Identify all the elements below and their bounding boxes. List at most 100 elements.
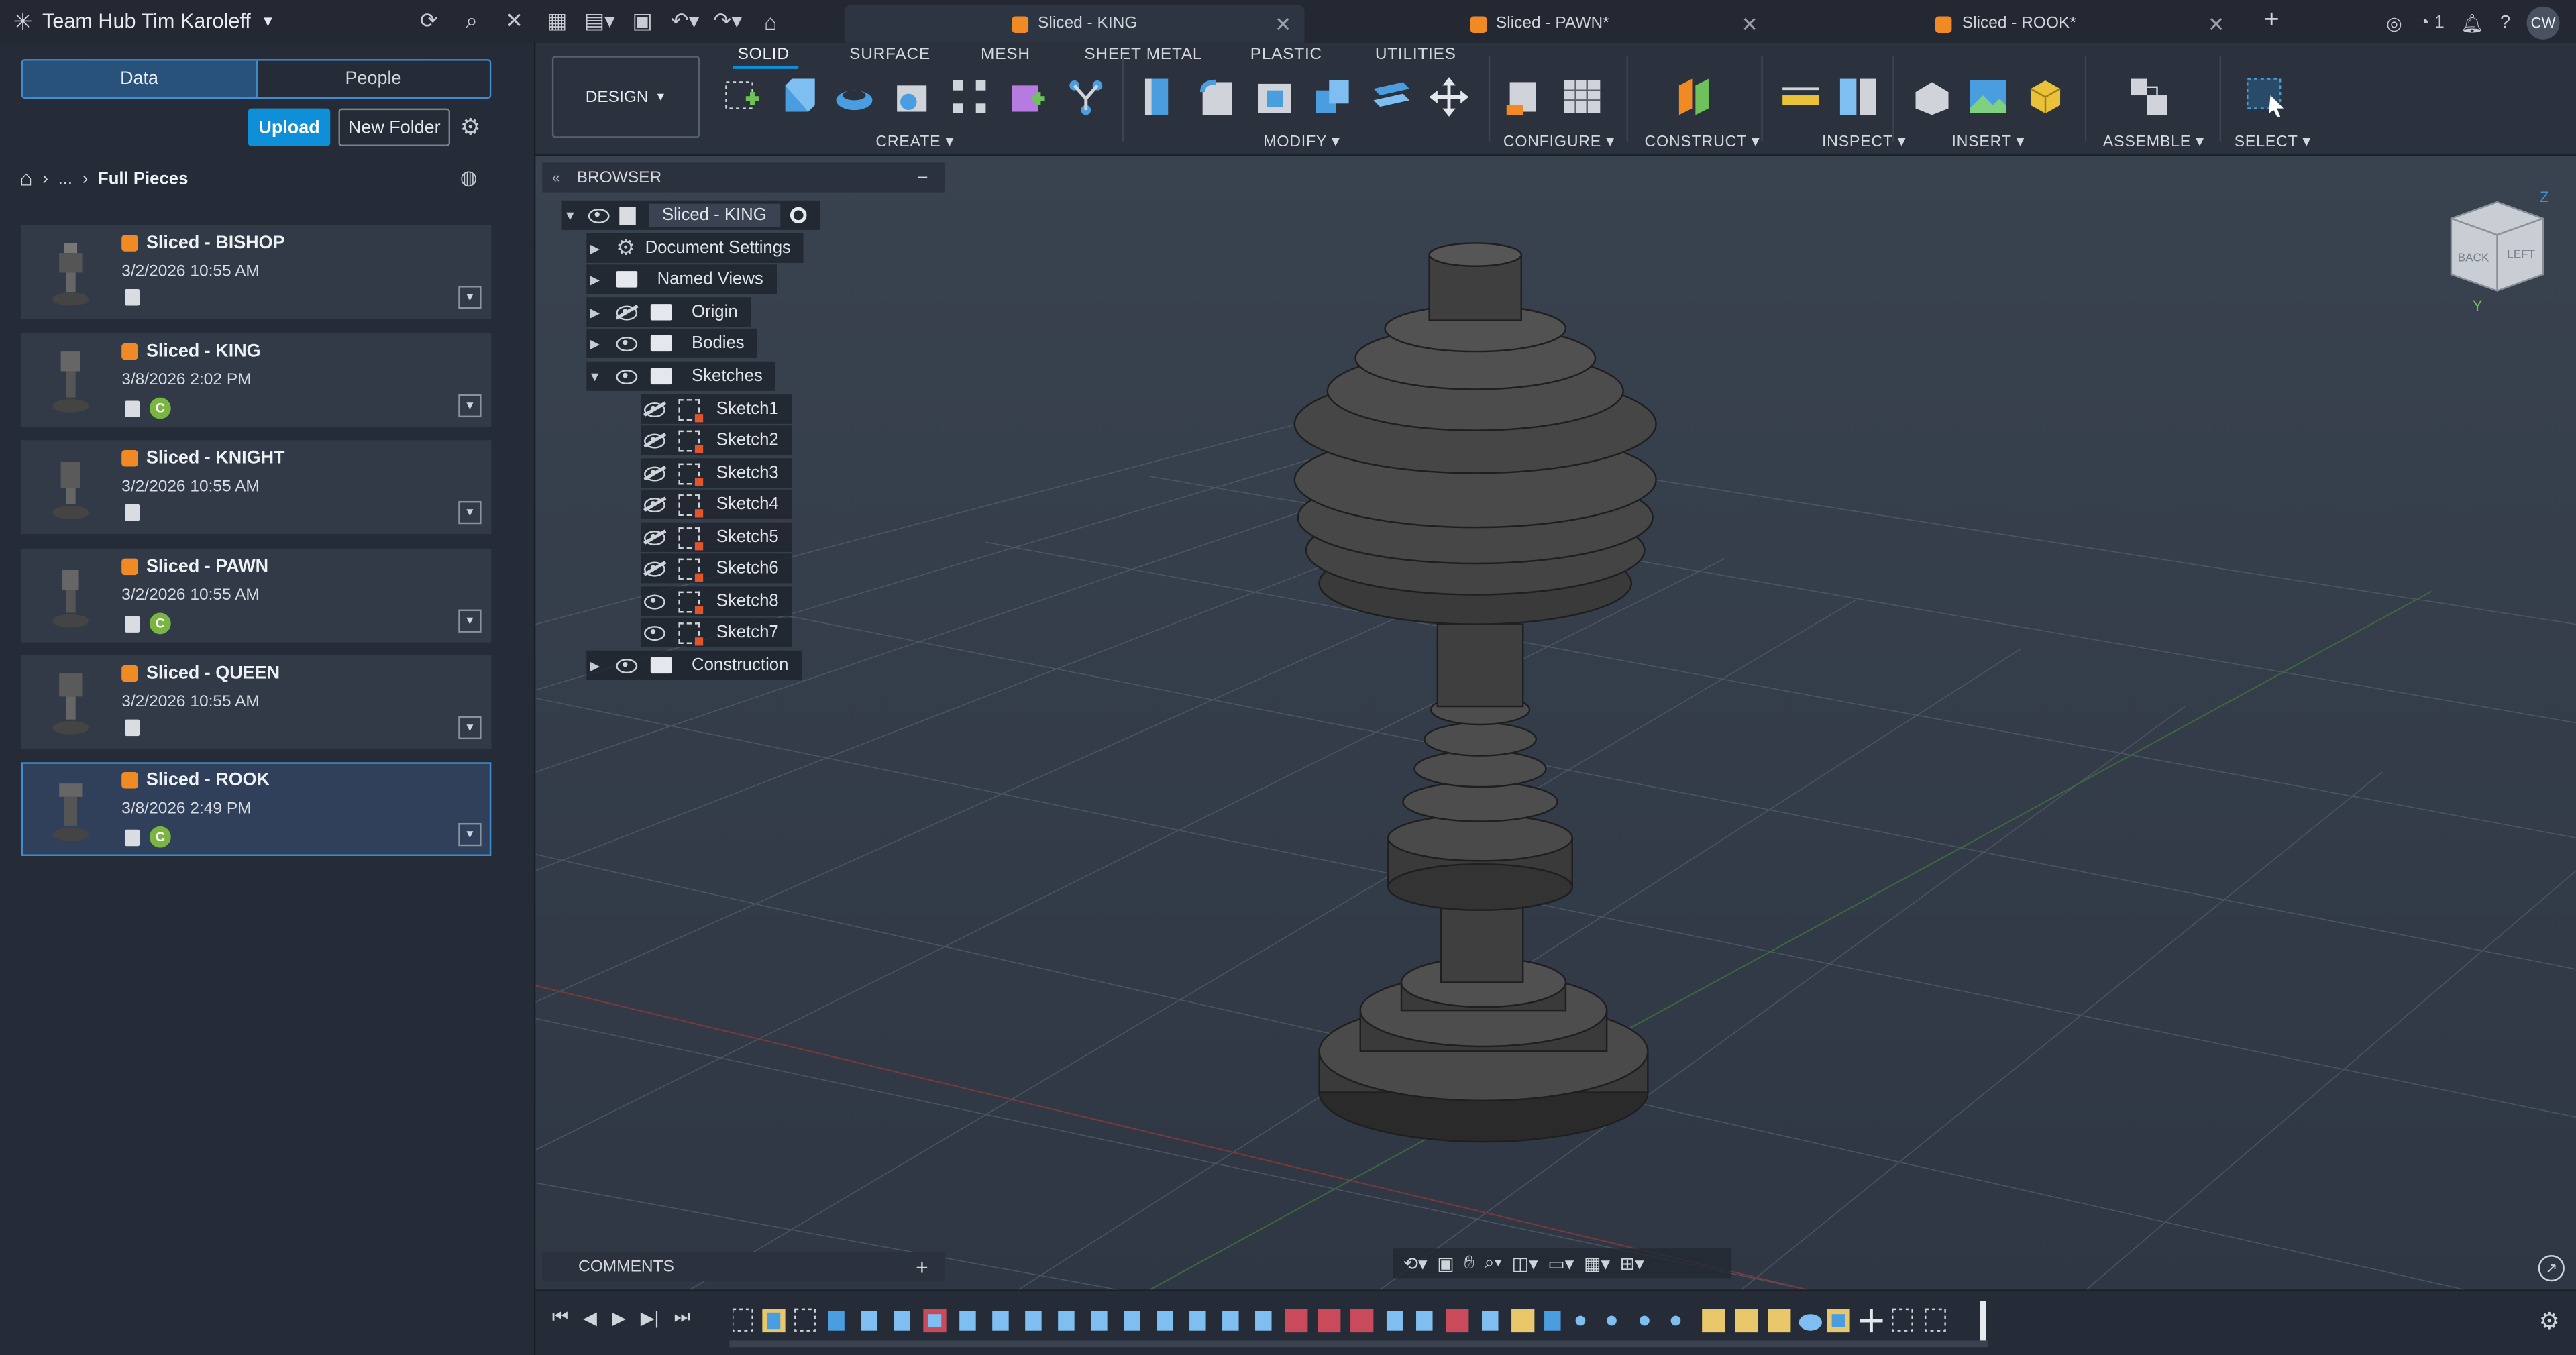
fit-icon[interactable]: ◫▾ (1512, 1252, 1538, 1274)
measure-icon[interactable] (1779, 76, 1822, 119)
orbit-icon[interactable]: ⟲▾ (1403, 1252, 1427, 1274)
grid-settings-icon[interactable]: ▦▾ (1584, 1252, 1610, 1274)
viewport-canvas[interactable]: BACK LEFT Z Y (535, 156, 2576, 1290)
tree-root[interactable]: ▼ Sliced - KING (561, 200, 820, 230)
view-cube[interactable]: BACK LEFT Z Y (2441, 188, 2556, 321)
section-analysis-icon[interactable] (1837, 76, 1880, 119)
home-icon[interactable]: ⌂ (19, 166, 32, 191)
tree-sketch5[interactable]: Sketch5 (641, 522, 792, 552)
file-card-pawn[interactable]: Sliced - PAWN 3/2/2026 10:55 AM C ▼ (21, 548, 492, 643)
app-grid-icon[interactable]: ▦ (542, 7, 572, 36)
file-card-knight[interactable]: Sliced - KNIGHT 3/2/2026 10:55 AM ▼ (21, 440, 492, 534)
group-create[interactable]: CREATE ▾ (875, 133, 954, 151)
go-to-end-icon[interactable]: ⏭ (674, 1307, 690, 1329)
file-dropdown-icon[interactable]: ▼ (458, 822, 482, 847)
group-assemble[interactable]: ASSEMBLE ▾ (2103, 133, 2204, 151)
active-component-icon[interactable] (790, 207, 806, 224)
redo-icon[interactable]: ↷▾ (713, 7, 743, 36)
tab-sheet-metal[interactable]: SHEET METAL (1084, 46, 1202, 64)
new-component-icon[interactable] (2127, 76, 2170, 119)
hole-icon[interactable] (890, 76, 933, 119)
gear-icon[interactable]: ⚙ (460, 113, 481, 142)
create-sketch-icon[interactable] (720, 76, 763, 119)
tree-sketch8[interactable]: Sketch8 (641, 586, 792, 616)
tab-solid[interactable]: SOLID (738, 46, 790, 64)
visibility-eye-icon[interactable] (616, 368, 638, 384)
step-forward-icon[interactable]: ▶| (641, 1307, 659, 1329)
tab-plastic[interactable]: PLASTIC (1250, 46, 1322, 64)
hidden-eye-icon[interactable] (644, 529, 665, 545)
close-tab-icon[interactable]: ✕ (1275, 12, 1291, 35)
chevron-right-icon[interactable]: ▶ (586, 305, 602, 319)
chevron-right-icon[interactable]: ▶ (586, 336, 602, 351)
hidden-eye-icon[interactable] (616, 305, 638, 320)
file-dropdown-icon[interactable]: ▼ (458, 716, 482, 740)
tab-data[interactable]: Data (23, 60, 256, 97)
file-dropdown-icon[interactable]: ▼ (458, 394, 482, 418)
group-construct[interactable]: CONSTRUCT ▾ (1644, 133, 1760, 151)
revolve-icon[interactable] (833, 76, 876, 119)
tree-sketch7[interactable]: Sketch7 (641, 617, 792, 647)
tree-construction[interactable]: ▶ Construction (586, 650, 802, 680)
notifications-icon[interactable]: 🔔︎ (2461, 12, 2483, 34)
tree-sketch4[interactable]: Sketch4 (641, 489, 792, 519)
add-comment-button[interactable]: + (916, 1254, 928, 1279)
timeline-features[interactable] (732, 1305, 1991, 1338)
hidden-eye-icon[interactable] (644, 433, 665, 448)
avatar[interactable]: CW (2526, 6, 2560, 40)
press-pull-icon[interactable] (1138, 76, 1181, 119)
hidden-eye-icon[interactable] (644, 496, 665, 512)
combine-icon[interactable] (1311, 76, 1354, 119)
zoom-icon[interactable]: ⌕▾ (1485, 1252, 1502, 1274)
tree-sketch1[interactable]: Sketch1 (641, 394, 792, 424)
view-cube-back[interactable]: BACK (2458, 250, 2489, 264)
display-settings-icon[interactable]: ▭▾ (1548, 1252, 1574, 1274)
close-icon[interactable]: ✕ (499, 7, 529, 36)
chevron-right-icon[interactable]: ▶ (586, 241, 602, 256)
tree-sketch6[interactable]: Sketch6 (641, 553, 792, 584)
upload-button[interactable]: Upload (248, 108, 331, 146)
gear-icon[interactable]: ⚙ (2539, 1307, 2560, 1336)
view-cube-left[interactable]: LEFT (2507, 247, 2535, 260)
create-form-icon[interactable] (1006, 76, 1049, 119)
chevron-down-icon[interactable]: ▼ (586, 369, 602, 384)
fillet-icon[interactable] (1196, 76, 1239, 119)
tree-origin[interactable]: ▶ Origin (586, 297, 751, 327)
group-configure[interactable]: CONFIGURE ▾ (1503, 133, 1615, 151)
viewports-icon[interactable]: ⊞▾ (1620, 1252, 1644, 1274)
tree-named-views[interactable]: ▶ Named Views (586, 264, 777, 294)
file-menu-icon[interactable]: ▤▾ (584, 7, 615, 36)
visibility-eye-icon[interactable] (588, 207, 610, 223)
globe-icon[interactable]: ◍ (460, 166, 478, 188)
tree-bodies[interactable]: ▶ Bodies (586, 328, 758, 358)
file-card-rook[interactable]: Sliced - ROOK 3/8/2026 2:49 PM C ▼ (21, 762, 492, 856)
hidden-eye-icon[interactable] (644, 466, 665, 481)
collapse-left-icon[interactable]: « (552, 169, 560, 185)
job-status-icon[interactable]: ◔ 1 (2418, 13, 2445, 33)
speed-icon[interactable]: ↗ (2538, 1255, 2565, 1282)
move-icon[interactable] (1428, 76, 1470, 119)
timeline-marker[interactable] (1980, 1301, 1986, 1344)
group-insert[interactable]: INSERT ▾ (1951, 133, 2025, 151)
configure-icon[interactable] (1503, 76, 1546, 119)
configuration-table-icon[interactable] (1561, 76, 1604, 119)
pattern-icon[interactable] (948, 76, 991, 119)
file-dropdown-icon[interactable]: ▼ (458, 286, 482, 309)
tab-sliced-rook[interactable]: Sliced - ROOK* ✕ (1774, 5, 2238, 42)
chevron-down-icon[interactable]: ▼ (562, 208, 578, 223)
offset-face-icon[interactable] (1370, 76, 1413, 119)
tree-document-settings[interactable]: ▶ ⚙ Document Settings (586, 233, 804, 263)
shell-icon[interactable] (1254, 76, 1297, 119)
select-window-icon[interactable] (2244, 76, 2287, 119)
file-dropdown-icon[interactable]: ▼ (458, 500, 482, 525)
hidden-eye-icon[interactable] (644, 561, 665, 576)
tab-mesh[interactable]: MESH (981, 46, 1030, 64)
close-tab-icon[interactable]: ✕ (2208, 12, 2224, 35)
file-card-bishop[interactable]: Sliced - BISHOP 3/2/2026 10:55 AM ▼ (21, 225, 492, 319)
search-icon[interactable]: ⌕ (457, 7, 486, 36)
chevron-right-icon[interactable]: ▶ (586, 272, 602, 286)
visibility-eye-icon[interactable] (616, 335, 638, 351)
insert-mesh-icon[interactable] (2024, 76, 2067, 119)
home-icon[interactable]: ⌂ (756, 7, 786, 36)
tree-sketches[interactable]: ▼ Sketches (586, 361, 776, 391)
